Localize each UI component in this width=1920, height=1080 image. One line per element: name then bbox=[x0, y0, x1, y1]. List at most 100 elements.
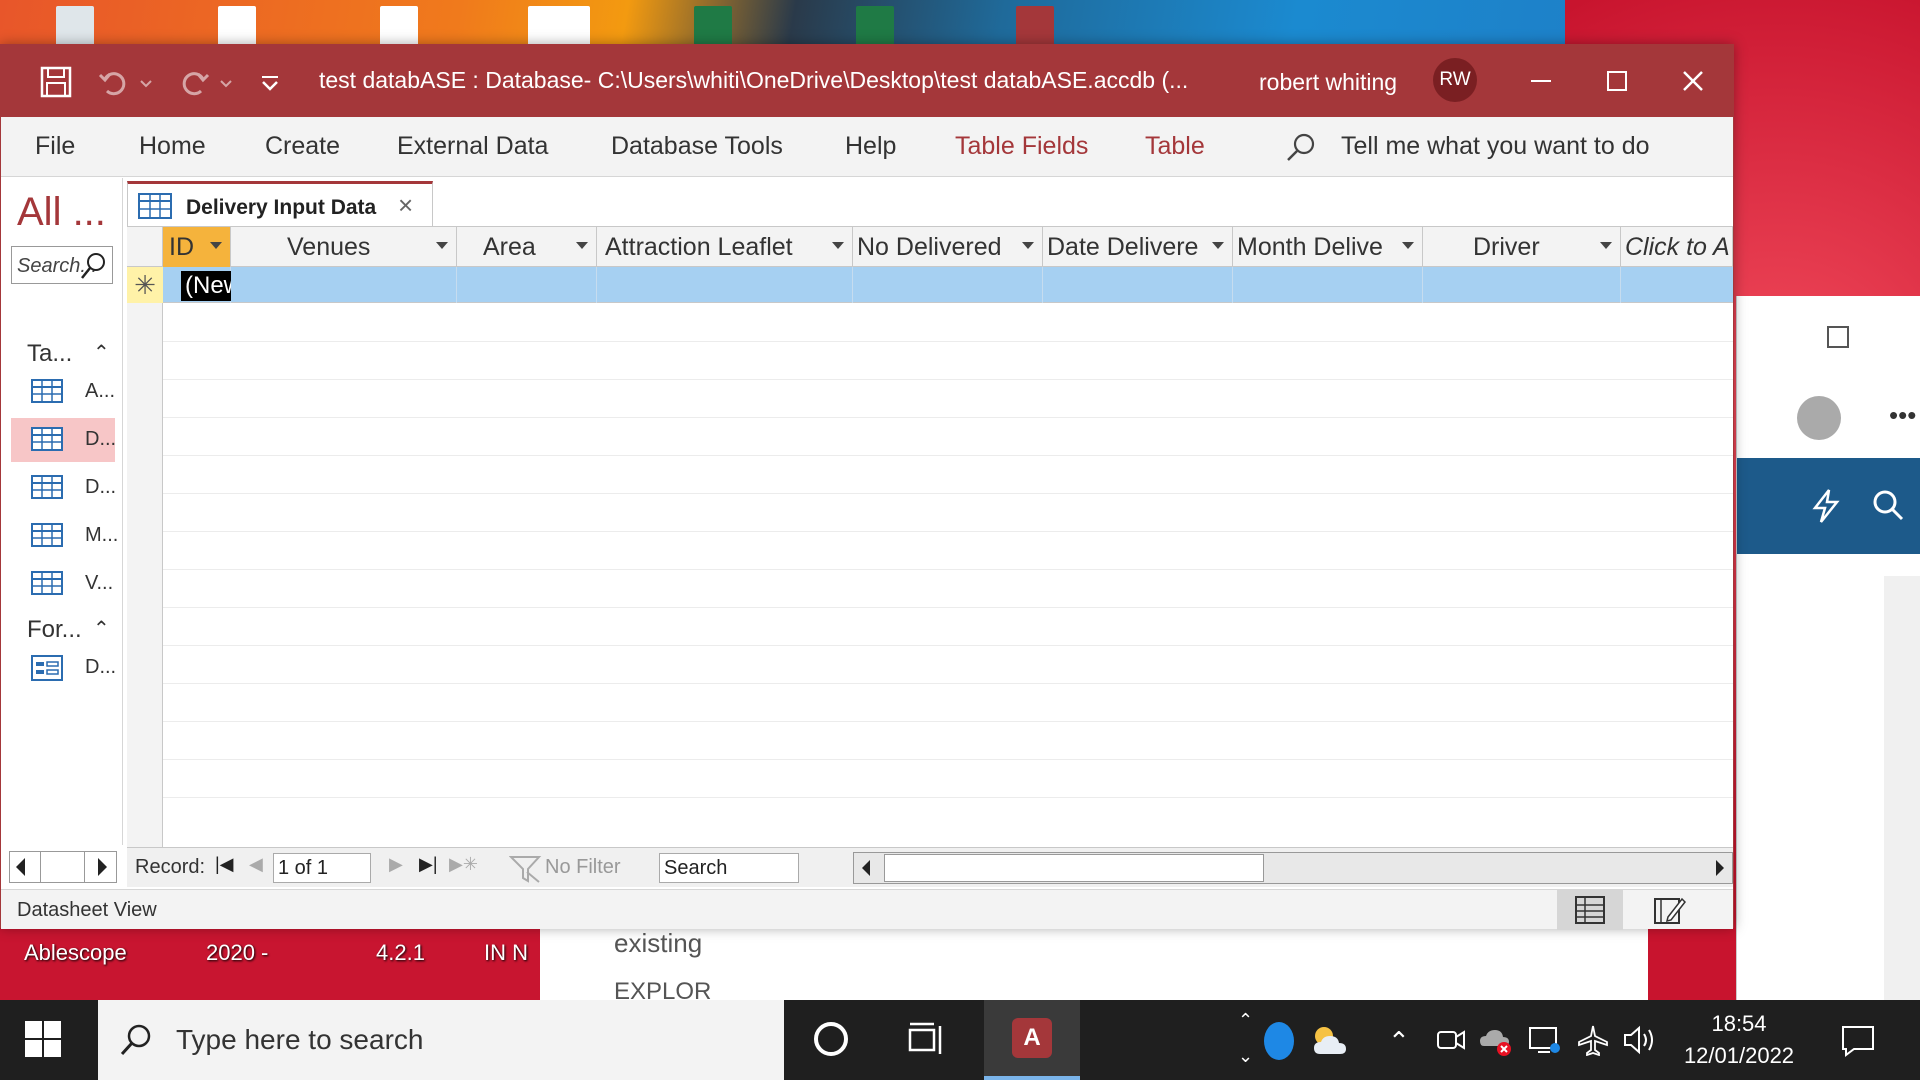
record-selector-column[interactable] bbox=[127, 227, 163, 847]
dropdown-arrow-icon[interactable] bbox=[1600, 242, 1612, 249]
save-icon[interactable] bbox=[39, 65, 73, 99]
column-header-area[interactable]: Area bbox=[457, 227, 597, 267]
task-view-icon[interactable] bbox=[908, 1022, 948, 1058]
no-filter-label[interactable]: No Filter bbox=[545, 856, 621, 879]
taskbar-clock[interactable]: 18:54 12/01/2022 bbox=[1664, 1008, 1814, 1072]
search-icon[interactable] bbox=[78, 250, 110, 282]
nav-group-forms[interactable]: For... bbox=[27, 616, 82, 644]
current-record-input[interactable]: 1 of 1 bbox=[273, 853, 371, 883]
background-scrollbar[interactable] bbox=[1884, 576, 1920, 1000]
cell-no-delivered[interactable] bbox=[853, 267, 1043, 303]
taskbar-access-app[interactable]: A bbox=[984, 1000, 1080, 1080]
column-header-month-delivered[interactable]: Month Delive bbox=[1233, 227, 1423, 267]
airplane-mode-icon[interactable] bbox=[1576, 1024, 1610, 1056]
cortana-icon[interactable] bbox=[814, 1022, 848, 1056]
notification-center-icon[interactable] bbox=[1840, 1024, 1876, 1058]
record-search-input[interactable]: Search bbox=[659, 853, 799, 883]
new-record-id-value[interactable]: (New) bbox=[181, 271, 231, 301]
datasheet-view-button[interactable] bbox=[1557, 890, 1623, 930]
excel-file-icon[interactable] bbox=[694, 6, 732, 46]
onedrive-error-icon[interactable] bbox=[1478, 1024, 1514, 1058]
edge-browser-icon[interactable] bbox=[1264, 1022, 1294, 1060]
nav-item-table-3[interactable]: D... bbox=[11, 466, 116, 510]
new-record-button[interactable]: ▶✳ bbox=[449, 854, 478, 875]
show-hidden-icons[interactable]: ⌃ bbox=[1388, 1026, 1410, 1057]
title-bar[interactable]: test databASE : Database- C:\Users\whiti… bbox=[1, 45, 1733, 117]
lightbulb-search-icon[interactable] bbox=[1285, 131, 1317, 163]
cell-attraction-leaflet[interactable] bbox=[597, 267, 853, 303]
column-header-attraction-leaflet[interactable]: Attraction Leaflet bbox=[597, 227, 853, 267]
previous-record-button[interactable]: ◀ bbox=[249, 854, 263, 875]
dropdown-arrow-icon[interactable] bbox=[210, 242, 222, 249]
next-record-button[interactable]: ▶ bbox=[389, 854, 403, 875]
more-options-icon[interactable]: ••• bbox=[1889, 400, 1916, 431]
user-name[interactable]: robert whiting bbox=[1259, 69, 1397, 96]
tell-me-search[interactable]: Tell me what you want to do bbox=[1341, 132, 1650, 161]
column-header-click-to-add[interactable]: Click to A bbox=[1621, 227, 1733, 267]
dropdown-arrow-icon[interactable] bbox=[1022, 242, 1034, 249]
dropdown-arrow-icon[interactable] bbox=[576, 242, 588, 249]
nav-item-table-4[interactable]: M... bbox=[11, 514, 118, 558]
taskbar-search-box[interactable]: Type here to search bbox=[98, 1000, 784, 1080]
nav-item-form-1[interactable]: D... bbox=[11, 646, 116, 690]
first-record-button[interactable]: |◀ bbox=[215, 854, 234, 875]
cell-driver[interactable] bbox=[1423, 267, 1621, 303]
maximize-button[interactable] bbox=[1597, 61, 1637, 101]
tab-table-fields[interactable]: Table Fields bbox=[955, 132, 1088, 161]
recycle-bin-icon[interactable] bbox=[56, 6, 94, 46]
new-record-row[interactable] bbox=[163, 267, 1733, 303]
dropdown-arrow-icon[interactable] bbox=[1402, 242, 1414, 249]
dropdown-arrow-icon[interactable] bbox=[1212, 242, 1224, 249]
undo-icon[interactable] bbox=[97, 65, 131, 99]
redo-icon[interactable] bbox=[177, 65, 211, 99]
close-tab-icon[interactable]: × bbox=[398, 190, 413, 221]
nav-item-table-1[interactable]: A... bbox=[11, 370, 115, 414]
nav-item-table-2[interactable]: D... bbox=[11, 418, 116, 462]
column-header-venues[interactable]: Venues bbox=[231, 227, 457, 267]
search-icon[interactable] bbox=[1871, 488, 1905, 522]
taskbar-scroll-up-icon[interactable]: ⌃ bbox=[1238, 1010, 1253, 1031]
scroll-left-icon[interactable] bbox=[862, 860, 870, 876]
weather-icon[interactable] bbox=[1306, 1022, 1354, 1060]
collapse-chevron-icon[interactable]: ⌃ bbox=[93, 340, 110, 365]
excel-file-icon-2[interactable] bbox=[856, 6, 894, 46]
windows-start-icon[interactable] bbox=[24, 1020, 62, 1058]
tab-database-tools[interactable]: Database Tools bbox=[611, 132, 783, 161]
tab-table[interactable]: Table bbox=[1145, 132, 1205, 161]
maximize-icon[interactable] bbox=[1827, 326, 1849, 348]
user-avatar[interactable]: RW bbox=[1433, 58, 1477, 102]
cell-date-delivered[interactable] bbox=[1043, 267, 1233, 303]
profile-avatar-icon[interactable] bbox=[1797, 396, 1841, 440]
last-record-button[interactable]: ▶| bbox=[419, 854, 438, 875]
select-all-corner[interactable] bbox=[127, 227, 163, 267]
column-header-date-delivered[interactable]: Date Delivere bbox=[1043, 227, 1233, 267]
no-filter-icon[interactable] bbox=[509, 854, 543, 884]
cell-area[interactable] bbox=[457, 267, 597, 303]
scroll-left-icon[interactable] bbox=[16, 858, 25, 876]
background-browser-window[interactable]: ••• bbox=[1736, 296, 1920, 1000]
lightning-icon[interactable] bbox=[1811, 488, 1841, 524]
tab-file[interactable]: File bbox=[35, 132, 75, 161]
minimize-button[interactable] bbox=[1521, 61, 1561, 101]
tab-help[interactable]: Help bbox=[845, 132, 896, 161]
volume-icon[interactable] bbox=[1622, 1024, 1658, 1056]
column-header-driver[interactable]: Driver bbox=[1423, 227, 1621, 267]
nav-search-input[interactable]: Search... bbox=[11, 246, 113, 284]
background-document-window[interactable]: existing EXPLOR bbox=[540, 925, 1648, 1000]
design-view-button[interactable] bbox=[1637, 890, 1703, 930]
customize-toolbar-icon[interactable] bbox=[259, 65, 281, 99]
scrollbar-thumb[interactable] bbox=[884, 854, 1264, 882]
dropdown-arrow-icon[interactable] bbox=[436, 242, 448, 249]
nav-group-tables[interactable]: Ta... bbox=[27, 340, 72, 368]
tab-home[interactable]: Home bbox=[139, 132, 206, 161]
access-file-icon[interactable] bbox=[1016, 6, 1054, 46]
document-tab[interactable]: Delivery Input Data × bbox=[127, 181, 433, 227]
blank-file-icon[interactable] bbox=[380, 6, 418, 46]
column-header-no-delivered[interactable]: No Delivered bbox=[853, 227, 1043, 267]
undo-dropdown-icon[interactable] bbox=[139, 65, 153, 99]
scroll-right-icon[interactable] bbox=[1716, 860, 1724, 876]
column-header-id[interactable]: ID bbox=[163, 227, 231, 267]
nav-item-table-5[interactable]: V... bbox=[11, 562, 115, 606]
nav-pane-header[interactable]: All ... bbox=[17, 190, 106, 235]
meet-now-icon[interactable] bbox=[1436, 1026, 1466, 1054]
